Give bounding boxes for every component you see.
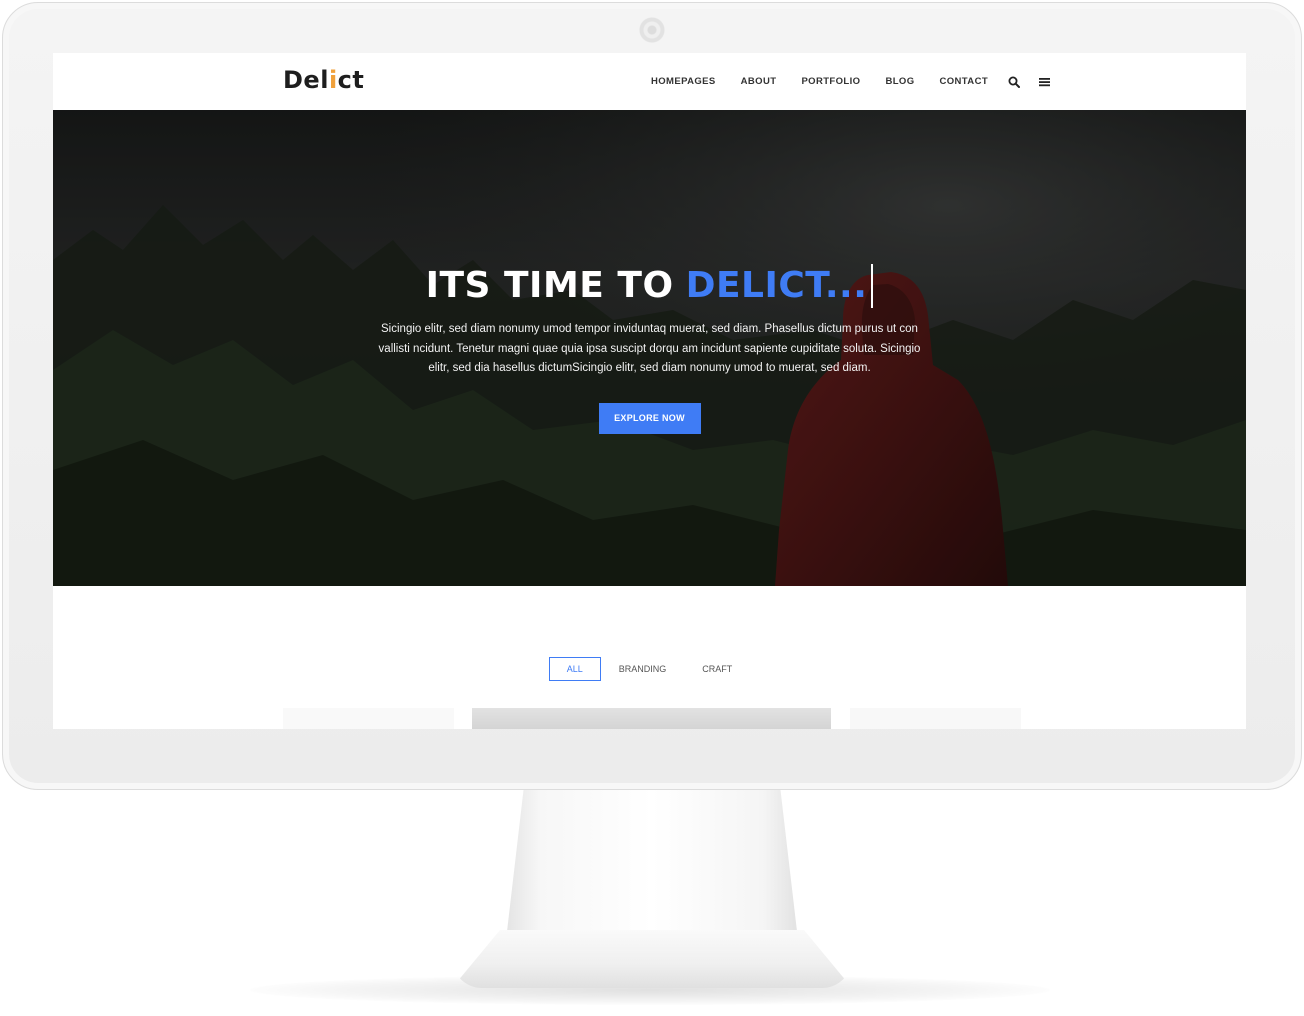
monitor-stand-base [452,930,852,988]
hero-section: ITS TIME TO DELICT... Sicingio elitr, se… [53,110,1246,586]
nav-item-about[interactable]: ABOUT [741,76,777,87]
hero-title-plain: ITS TIME TO [425,265,674,306]
typing-cursor [871,264,874,308]
website-screen: Delict HOMEPAGES ABOUT PORTFOLIO BLOG CO… [53,53,1246,729]
site-logo[interactable]: Delict [283,66,364,94]
filter-branding[interactable]: BRANDING [601,657,685,681]
main-nav: HOMEPAGES ABOUT PORTFOLIO BLOG CONTACT [651,53,1066,110]
nav-item-blog[interactable]: BLOG [885,76,914,87]
monitor-mockup: Delict HOMEPAGES ABOUT PORTFOLIO BLOG CO… [0,0,1304,1016]
portfolio-item[interactable] [472,708,831,729]
nav-item-contact[interactable]: CONTACT [940,76,989,87]
nav-item-portfolio[interactable]: PORTFOLIO [801,76,860,87]
logo-text-end: ct [337,66,365,94]
filter-craft[interactable]: CRAFT [684,657,750,681]
logo-text-accent: i [328,66,338,94]
explore-now-button[interactable]: EXPLORE NOW [598,402,701,434]
filter-all[interactable]: ALL [548,657,601,681]
nav-item-homepages[interactable]: HOMEPAGES [651,76,716,87]
hero-content: ITS TIME TO DELICT... Sicingio elitr, se… [53,260,1246,434]
hero-title: ITS TIME TO DELICT... [426,260,874,312]
logo-text-start: Del [283,66,329,94]
hero-description: Sicingio elitr, sed diam nonumy umod tem… [378,323,921,374]
hero-title-highlight: DELICT... [685,265,868,306]
portfolio-item[interactable] [850,708,1021,729]
search-icon[interactable] [1006,74,1022,90]
menu-icon[interactable] [1036,74,1052,90]
camera-icon [639,17,665,43]
monitor-stand-neck [506,790,798,940]
portfolio-item[interactable] [283,708,454,729]
site-header: Delict HOMEPAGES ABOUT PORTFOLIO BLOG CO… [53,53,1246,110]
portfolio-filters: ALL BRANDING CRAFT [53,657,1246,681]
